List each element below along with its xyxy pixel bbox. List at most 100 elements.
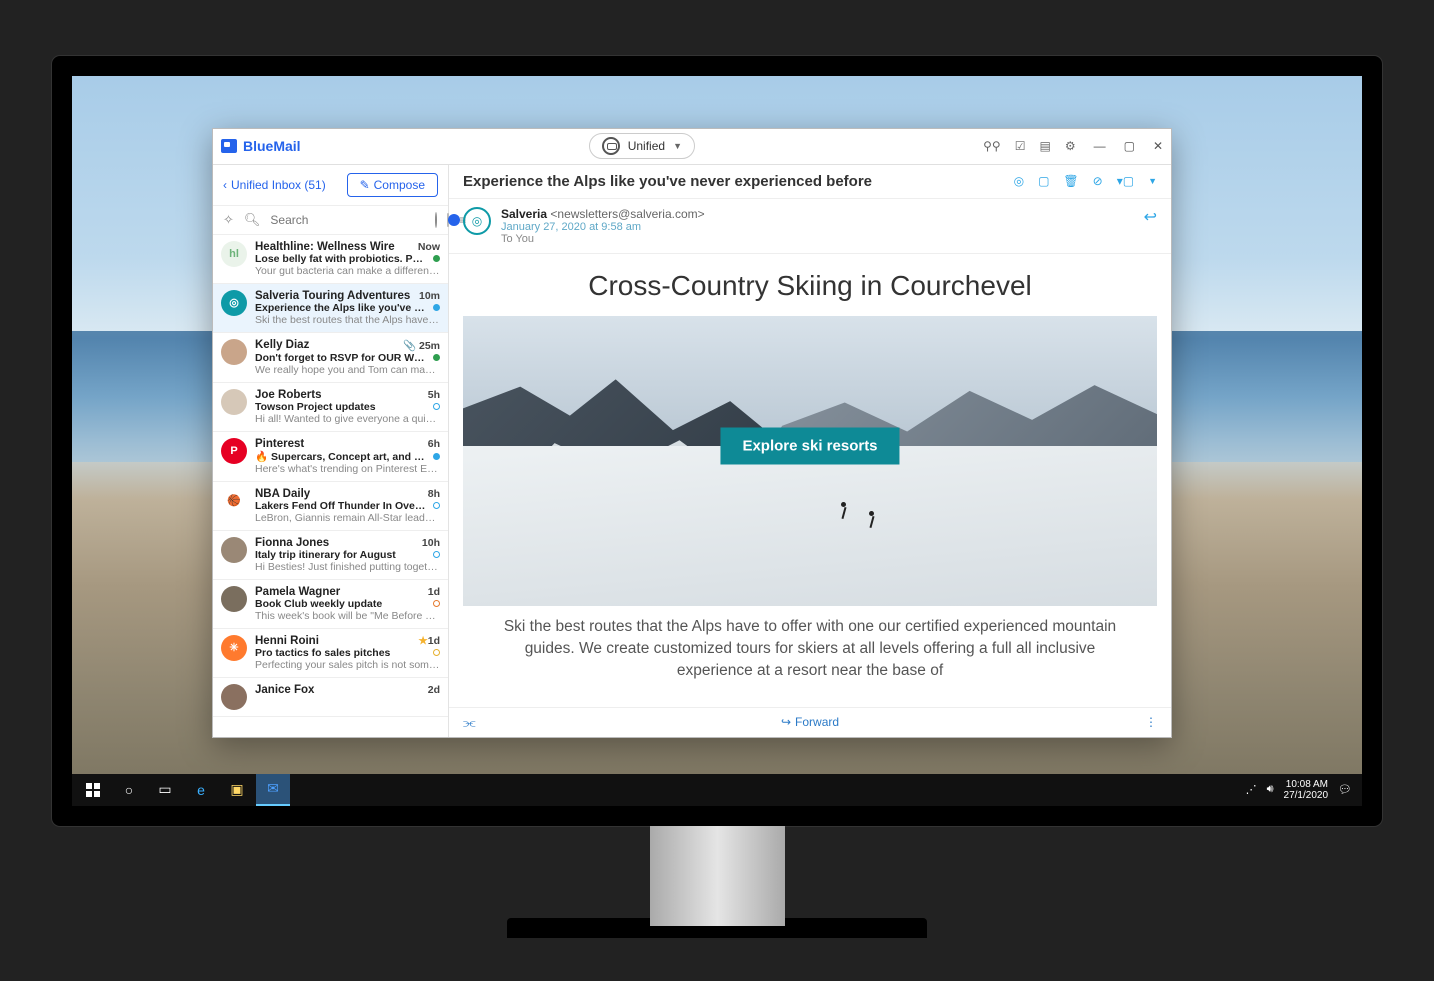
taskview-icon[interactable]: ▭	[148, 774, 182, 806]
tray-network-icon[interactable]: ⋰	[1246, 783, 1257, 796]
avatar: 🏀	[221, 488, 247, 514]
avatar: ✳	[221, 635, 247, 661]
mail-row[interactable]: Kelly Diaz📎 25mDon't forget to RSVP for …	[213, 333, 448, 383]
sidebar-header: ‹ Unified Inbox (51) ✎ Compose	[213, 165, 448, 206]
status-dot	[433, 453, 440, 460]
inbox-label: Unified Inbox (51)	[231, 178, 326, 192]
time-label: 📎 25m	[403, 339, 440, 352]
mail-row[interactable]: ✳ Henni Roini ★1dPro tactics fo sales pitc…	[213, 629, 448, 678]
mail-row[interactable]: ◎Salveria Touring Adventures10mExperienc…	[213, 284, 448, 333]
time-label: 2d	[428, 684, 440, 696]
status-dot	[433, 649, 440, 656]
mail-row[interactable]: 🏀NBA Daily8hLakers Fend Off Thunder In O…	[213, 482, 448, 531]
back-to-inbox[interactable]: ‹ Unified Inbox (51)	[223, 178, 326, 192]
bluemail-taskbar-icon[interactable]: ✉	[256, 774, 290, 806]
time-label: ★1d	[418, 635, 440, 647]
maximize-button[interactable]: ▢	[1124, 139, 1135, 153]
notifications-icon[interactable]: 💬︎	[1338, 783, 1352, 796]
preview-label: Hi all! Wanted to give everyone a quick …	[255, 413, 440, 425]
sender-label: Henni Roini	[255, 635, 319, 647]
search-icon[interactable]: 🔍︎	[244, 212, 261, 228]
calendar-icon[interactable]: ▤	[1039, 139, 1050, 153]
sidebar: ‹ Unified Inbox (51) ✎ Compose ✧ 🔍︎	[213, 165, 449, 737]
preview-label: Hi Besties! Just finished putting togeth…	[255, 561, 440, 573]
time-label: 1d	[428, 586, 440, 598]
unread-toggle[interactable]	[447, 213, 449, 227]
mail-row[interactable]: Janice Fox2d	[213, 678, 448, 717]
minimize-button[interactable]: —	[1094, 139, 1106, 153]
avatar: P	[221, 438, 247, 464]
account-picker[interactable]: Unified ▼	[589, 133, 695, 159]
sidebar-tools: ✧ 🔍︎ ≡	[213, 206, 448, 235]
subject-label: Lose belly fat with probiotics. Power wa…	[255, 253, 429, 265]
chevron-down-icon[interactable]: ▼	[1148, 176, 1157, 186]
status-dot	[433, 403, 440, 410]
mark-read-icon[interactable]: ◎	[1014, 174, 1024, 188]
reader-pane: Experience the Alps like you've never ex…	[449, 165, 1171, 737]
sender-name: Salveria	[501, 207, 547, 221]
archive-icon[interactable]: ▾▢	[1117, 174, 1134, 188]
time-label: 5h	[428, 389, 440, 401]
sender-label: Healthline: Wellness Wire	[255, 241, 395, 253]
account-label: Unified	[628, 139, 665, 153]
start-icon[interactable]	[76, 774, 110, 806]
mail-row[interactable]: Joe Roberts5hTowson Project updatesHi al…	[213, 383, 448, 432]
compose-button[interactable]: ✎ Compose	[347, 173, 438, 197]
trash-icon[interactable]: 🗑	[1063, 174, 1078, 188]
mail-row[interactable]: PPinterest6h🔥 Supercars, Concept art, an…	[213, 432, 448, 482]
forward-label: Forward	[795, 715, 839, 729]
preview-label: LeBron, Giannis remain All-Star leaders …	[255, 512, 440, 524]
subject-label: Pro tactics fo sales pitches	[255, 647, 429, 659]
preview-label: This week's book will be "Me Before You"…	[255, 610, 440, 622]
people-icon[interactable]: ⚲⚲	[983, 139, 1001, 153]
mail-row[interactable]: Fionna Jones10hItaly trip itinerary for …	[213, 531, 448, 580]
forward-button[interactable]: ↪ Forward	[781, 715, 839, 729]
folder-icon[interactable]: ▢	[1038, 174, 1049, 188]
forward-icon: ↪	[781, 715, 791, 729]
search-input[interactable]	[270, 213, 425, 227]
preview-label: Your gut bacteria can make a difference …	[255, 265, 440, 277]
skier-figure	[838, 502, 850, 524]
close-button[interactable]: ✕	[1153, 139, 1163, 153]
sender-label: Kelly Diaz	[255, 339, 309, 351]
subject-label: Italy trip itinerary for August	[255, 549, 429, 561]
cortana-icon[interactable]: ○	[112, 774, 146, 806]
reader-footer: ⫘ ↪ Forward ⋮	[449, 707, 1171, 737]
subject-label: Towson Project updates	[255, 401, 429, 413]
message-actions: ◎ ▢ 🗑 ⊘ ▾▢ ▼	[1014, 174, 1157, 188]
sender-info: Salveria <newsletters@salveria.com> Janu…	[501, 207, 705, 245]
time-label: 10:08 AM	[1284, 779, 1329, 790]
chevron-down-icon: ▼	[673, 141, 682, 151]
mail-row[interactable]: hlHealthline: Wellness WireNowLose belly…	[213, 235, 448, 284]
preview-label: We really hope you and Tom can make it!.…	[255, 364, 440, 376]
status-dot	[433, 502, 440, 509]
message-date: January 27, 2020 at 9:58 am	[501, 221, 705, 233]
tray-volume-icon[interactable]: 🔊︎	[1267, 783, 1274, 796]
pencil-icon: ✎	[360, 178, 370, 192]
sender-label: NBA Daily	[255, 488, 310, 500]
avatar	[221, 684, 247, 710]
more-menu-icon[interactable]: ⋮	[1145, 715, 1157, 729]
subject-label: 🔥 Supercars, Concept art, and more Pins.…	[255, 450, 429, 463]
target-icon[interactable]	[435, 212, 437, 228]
clipboard-icon[interactable]: ☑	[1015, 139, 1026, 153]
cta-button[interactable]: Explore ski resorts	[720, 428, 899, 465]
reader-header: Experience the Alps like you've never ex…	[449, 165, 1171, 199]
taskbar-clock[interactable]: 10:08 AM 27/1/2020	[1284, 779, 1329, 801]
avatar	[221, 339, 247, 365]
sender-label: Salveria Touring Adventures	[255, 290, 410, 302]
message-meta: ◎ Salveria <newsletters@salveria.com> Ja…	[449, 199, 1171, 254]
sender-label: Pamela Wagner	[255, 586, 340, 598]
avatar	[221, 586, 247, 612]
share-icon[interactable]: ⫘	[463, 714, 476, 731]
mail-row[interactable]: Pamela Wagner1dBook Club weekly updateTh…	[213, 580, 448, 629]
content-title: Cross-Country Skiing in Courchevel	[449, 254, 1171, 316]
sparkle-icon[interactable]: ✧	[223, 212, 234, 228]
edge-icon[interactable]: e	[184, 774, 218, 806]
explorer-icon[interactable]: ▣	[220, 774, 254, 806]
content-paragraph: Ski the best routes that the Alps have t…	[449, 606, 1171, 683]
status-dot	[433, 551, 440, 558]
reply-icon[interactable]: ↩	[1144, 207, 1157, 227]
spam-icon[interactable]: ⊘	[1093, 174, 1103, 188]
gear-icon[interactable]: ⚙	[1065, 139, 1076, 153]
